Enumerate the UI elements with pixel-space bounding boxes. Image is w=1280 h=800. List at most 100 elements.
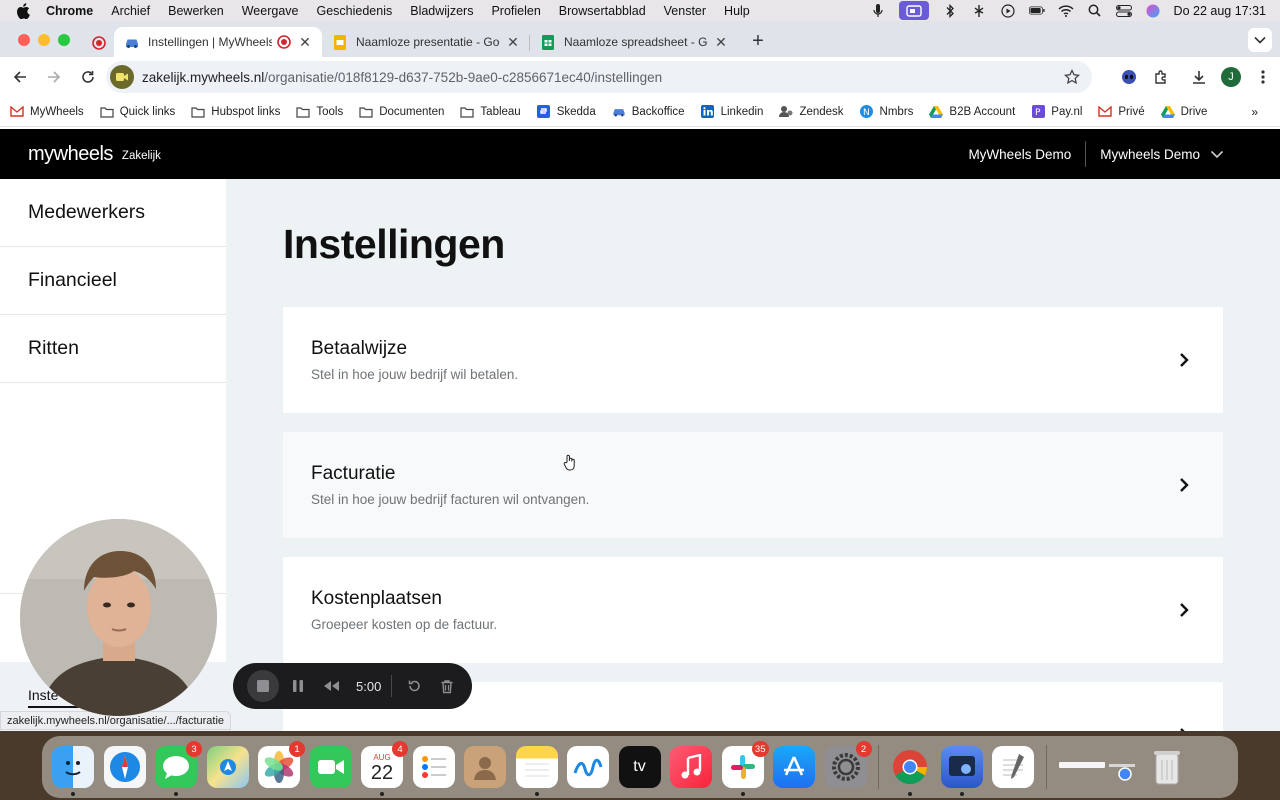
- sidebar-item-ritten[interactable]: Ritten: [0, 315, 226, 383]
- menu-venster[interactable]: Venster: [664, 4, 706, 18]
- recording-tab-icon[interactable]: [84, 29, 114, 57]
- mywheels-logo[interactable]: mywheels: [28, 143, 113, 166]
- bookmark-nmbrs[interactable]: N Nmbrs: [860, 105, 913, 119]
- bookmark-skedda[interactable]: Skedda: [537, 105, 596, 119]
- freeform-icon[interactable]: [567, 746, 609, 788]
- app-store-icon[interactable]: [773, 746, 815, 788]
- address-bar[interactable]: zakelijk.mywheels.nl/organisatie/018f812…: [106, 61, 1092, 93]
- sidebar-item-financieel[interactable]: Financieel: [0, 247, 226, 315]
- tab-close-icon[interactable]: ✕: [714, 34, 728, 51]
- bookmark-paynl[interactable]: P Pay.nl: [1031, 105, 1082, 119]
- menu-weergave[interactable]: Weergave: [242, 4, 299, 18]
- chrome-icon[interactable]: [889, 746, 931, 796]
- battery-icon[interactable]: [1028, 4, 1045, 18]
- close-window-button[interactable]: [18, 34, 30, 46]
- webcam-overlay[interactable]: [20, 519, 217, 716]
- minimized-window-icon[interactable]: [1057, 746, 1137, 788]
- folder-icon: [460, 105, 475, 119]
- settings-card-facturatie[interactable]: Facturatie Stel in hoe jouw bedrijf fact…: [283, 432, 1223, 538]
- bookmark-drive[interactable]: Drive: [1160, 105, 1207, 119]
- menu-profielen[interactable]: Profielen: [491, 4, 540, 18]
- chevron-down-icon[interactable]: [1210, 147, 1224, 161]
- minimize-window-button[interactable]: [38, 34, 50, 46]
- calendar-icon[interactable]: AUG 22 4: [361, 741, 408, 796]
- forward-button[interactable]: [38, 61, 70, 93]
- bookmark-tableau[interactable]: Tableau: [460, 105, 521, 119]
- bookmark-backoffice[interactable]: Backoffice: [612, 105, 685, 119]
- download-icon[interactable]: [1188, 66, 1210, 88]
- menu-app-name[interactable]: Chrome: [46, 4, 93, 18]
- menu-geschiedenis[interactable]: Geschiedenis: [316, 4, 392, 18]
- contacts-icon[interactable]: [464, 746, 506, 788]
- menu-hulp[interactable]: Hulp: [724, 4, 750, 18]
- maps-icon[interactable]: [206, 746, 249, 788]
- menu-bewerken[interactable]: Bewerken: [168, 4, 224, 18]
- siri-icon[interactable]: [1145, 4, 1161, 18]
- tab-search-button[interactable]: [1248, 28, 1272, 52]
- site-info-icon[interactable]: [110, 65, 134, 89]
- preview-icon[interactable]: [940, 746, 983, 796]
- spotlight-search-icon[interactable]: [1087, 4, 1103, 18]
- profile-avatar[interactable]: J: [1220, 66, 1242, 88]
- new-tab-button[interactable]: +: [744, 27, 772, 55]
- pause-button[interactable]: [284, 672, 312, 700]
- bookmark-star-icon[interactable]: [1063, 68, 1081, 90]
- organization-switcher[interactable]: Mywheels Demo: [1100, 147, 1200, 162]
- account-name[interactable]: MyWheels Demo: [968, 147, 1071, 162]
- control-center-icon[interactable]: [1115, 4, 1132, 18]
- maximize-window-button[interactable]: [58, 34, 70, 46]
- back-button[interactable]: [4, 61, 36, 93]
- restart-icon[interactable]: [400, 672, 428, 700]
- bookmark-label: Hubspot links: [211, 105, 281, 118]
- extension-alien-icon[interactable]: [1118, 66, 1140, 88]
- facetime-icon[interactable]: [309, 746, 352, 788]
- tab-close-icon[interactable]: ✕: [506, 34, 520, 51]
- finder-icon[interactable]: [52, 746, 94, 796]
- bookmark-hubspot-links[interactable]: Hubspot links: [191, 105, 280, 119]
- bookmark-linkedin[interactable]: Linkedin: [701, 105, 763, 119]
- apple-menu-icon[interactable]: [16, 2, 32, 19]
- menu-browsertabblad[interactable]: Browsertabblad: [559, 4, 646, 18]
- bookmark-prive[interactable]: Privé: [1098, 105, 1145, 119]
- chrome-menu-icon[interactable]: [1252, 66, 1274, 88]
- messages-icon[interactable]: 3: [155, 741, 202, 796]
- tab-spreadsheet[interactable]: Naamloze spreadsheet - Google Spreadshee…: [530, 27, 738, 57]
- bookmark-mywheels[interactable]: MyWheels: [10, 105, 84, 119]
- sidebar-item-medewerkers[interactable]: Medewerkers: [0, 179, 226, 247]
- trash-icon[interactable]: [433, 672, 461, 700]
- microphone-icon[interactable]: [870, 3, 886, 18]
- tab-instellingen[interactable]: Instellingen | MyWheels Zakelijk ✕: [114, 27, 322, 57]
- rewind-icon[interactable]: [317, 672, 345, 700]
- stop-recording-button[interactable]: [247, 670, 279, 702]
- bookmark-zendesk[interactable]: Zendesk: [779, 105, 844, 119]
- extensions-puzzle-icon[interactable]: [1150, 66, 1172, 88]
- apple-tv-icon[interactable]: tv: [618, 746, 661, 788]
- bookmark-documenten[interactable]: Documenten: [359, 105, 444, 119]
- photos-icon[interactable]: 1: [258, 741, 305, 788]
- music-icon[interactable]: [670, 746, 712, 788]
- safari-icon[interactable]: [103, 746, 146, 788]
- tab-presentatie[interactable]: Naamloze presentatie - Google Presentati…: [322, 27, 530, 57]
- notes-icon[interactable]: [515, 746, 558, 796]
- settings-card-betaalwijze[interactable]: Betaalwijze Stel in hoe jouw bedrijf wil…: [283, 307, 1223, 413]
- bookmark-quick-links[interactable]: Quick links: [100, 105, 175, 119]
- wifi-icon[interactable]: [1058, 4, 1074, 18]
- play-icon[interactable]: [1000, 3, 1016, 18]
- settings-card-kostenplaatsen[interactable]: Kostenplaatsen Groepeer kosten op de fac…: [283, 557, 1223, 663]
- vpn-icon[interactable]: [971, 4, 987, 18]
- trash-bin-icon[interactable]: [1146, 746, 1188, 788]
- system-settings-icon[interactable]: 2: [824, 741, 872, 788]
- reminders-icon[interactable]: [412, 746, 455, 788]
- menubar-clock[interactable]: Do 22 aug 17:31: [1174, 4, 1266, 18]
- bluetooth-icon[interactable]: [942, 3, 958, 18]
- bookmark-tools[interactable]: Tools: [296, 105, 343, 119]
- bookmarks-overflow-icon[interactable]: »: [1251, 105, 1258, 119]
- reload-button[interactable]: [72, 61, 104, 93]
- menu-archief[interactable]: Archief: [111, 4, 150, 18]
- menu-bladwijzers[interactable]: Bladwijzers: [410, 4, 473, 18]
- bookmark-b2b-account[interactable]: B2B Account: [929, 105, 1015, 119]
- screen-recording-icon[interactable]: [898, 1, 929, 20]
- tab-close-icon[interactable]: ✕: [298, 34, 312, 51]
- textedit-icon[interactable]: [992, 746, 1034, 788]
- slack-icon[interactable]: 35: [721, 741, 769, 796]
